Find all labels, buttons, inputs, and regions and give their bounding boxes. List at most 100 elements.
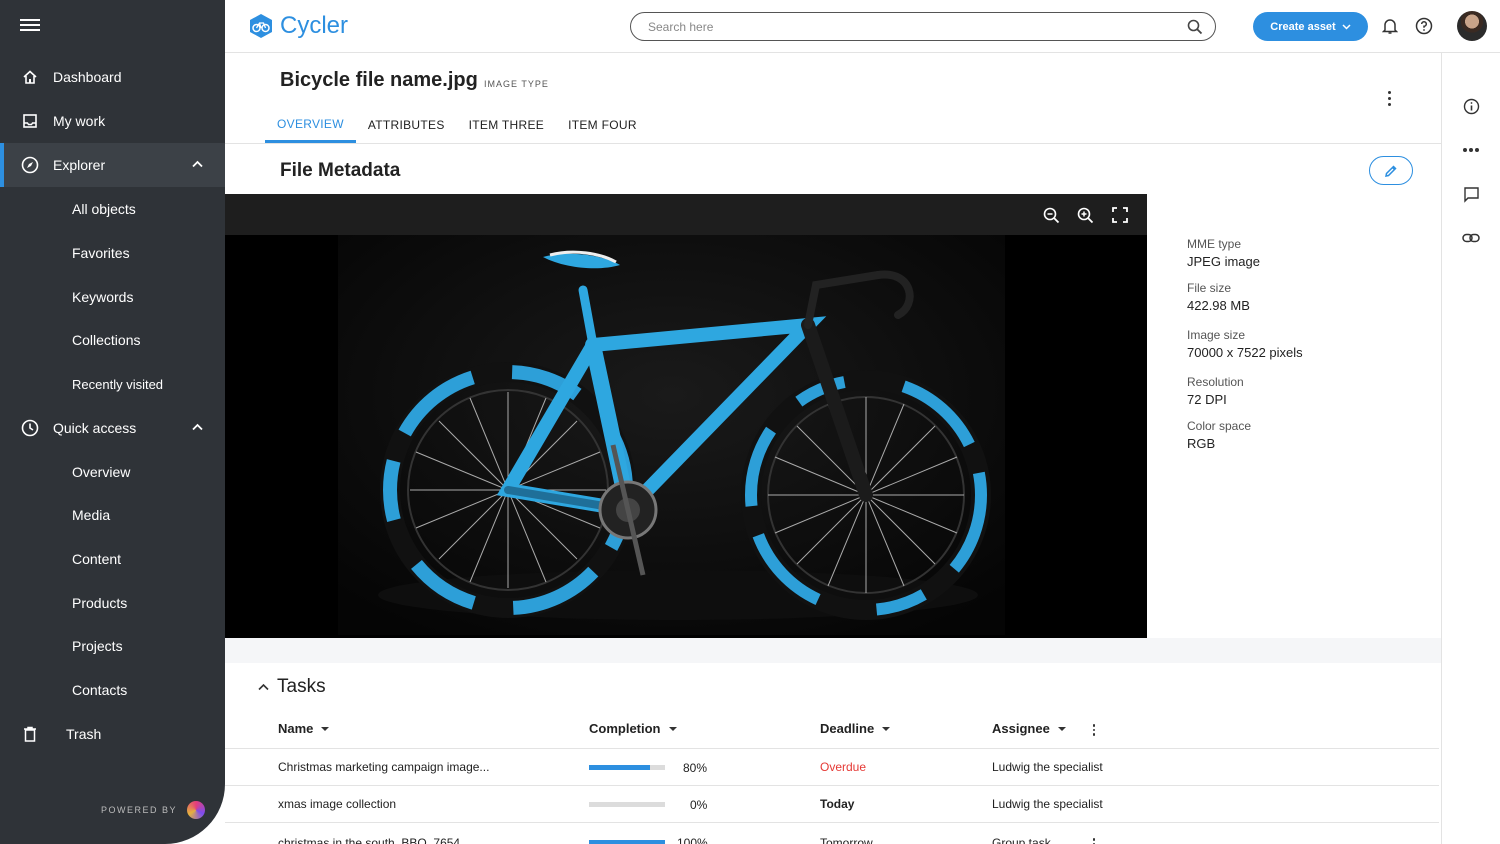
completion-fill bbox=[589, 765, 650, 770]
avatar[interactable] bbox=[1457, 11, 1487, 41]
column-header-completion[interactable]: Completion bbox=[589, 721, 677, 736]
powered-by: POWERED BY bbox=[101, 801, 206, 819]
column-header-label: Deadline bbox=[820, 721, 875, 736]
sidebar-item-label: My work bbox=[53, 113, 106, 129]
sidebar-item-label: Quick access bbox=[53, 420, 137, 436]
sidebar-item-label: Dashboard bbox=[53, 69, 122, 85]
zoom-in-icon[interactable] bbox=[1074, 204, 1096, 226]
sidebar-item-label: Content bbox=[72, 551, 122, 567]
sidebar-item-products[interactable]: Products bbox=[0, 581, 225, 625]
compass-icon bbox=[20, 155, 40, 175]
sidebar-item-label: Products bbox=[72, 595, 128, 611]
sidebar-item-label: Recently visited bbox=[72, 376, 164, 392]
metadata-value: 422.98 MB bbox=[1187, 298, 1250, 313]
row-options-icon[interactable] bbox=[1088, 836, 1100, 844]
table-row[interactable]: xmas image collection 0% Today Ludwig th… bbox=[225, 785, 1439, 822]
tab-item-three[interactable]: ITEM THREE bbox=[457, 107, 556, 143]
sidebar-item-label: Favorites bbox=[72, 245, 130, 261]
metadata-item: Image size 70000 x 7522 pixels bbox=[1187, 328, 1303, 360]
task-name[interactable]: xmas image collection bbox=[278, 797, 396, 811]
tab-attributes[interactable]: ATTRIBUTES bbox=[356, 107, 457, 143]
metadata-value: JPEG image bbox=[1187, 254, 1260, 269]
completion-percent: 0% bbox=[690, 798, 708, 812]
bell-icon[interactable] bbox=[1379, 15, 1401, 37]
task-assignee: Ludwig the specialist bbox=[992, 797, 1103, 811]
sidebar-item-content[interactable]: Content bbox=[0, 537, 225, 581]
menu-icon[interactable] bbox=[20, 16, 40, 34]
tab-item-four[interactable]: ITEM FOUR bbox=[556, 107, 649, 143]
sidebar-item-collections[interactable]: Collections bbox=[0, 318, 225, 362]
metadata-key: Resolution bbox=[1187, 375, 1244, 389]
sort-caret-icon bbox=[882, 726, 891, 731]
sidebar-item-explorer[interactable]: Explorer bbox=[0, 143, 225, 187]
column-options-icon[interactable] bbox=[1088, 722, 1100, 738]
column-header-label: Assignee bbox=[992, 721, 1050, 736]
section-divider bbox=[225, 638, 1441, 663]
sidebar-item-favorites[interactable]: Favorites bbox=[0, 231, 225, 275]
metadata-key: MME type bbox=[1187, 237, 1242, 251]
tasks-toggle[interactable]: Tasks bbox=[258, 676, 326, 698]
pencil-icon bbox=[1385, 164, 1397, 177]
topbar: Cycler Create asset bbox=[225, 0, 1500, 53]
metadata-item: Resolution 72 DPI bbox=[1187, 375, 1244, 407]
tab-overview[interactable]: OVERVIEW bbox=[265, 107, 356, 143]
help-icon[interactable] bbox=[1413, 15, 1435, 37]
task-assignee: Group task bbox=[992, 836, 1051, 844]
tab-bar: OVERVIEW ATTRIBUTES ITEM THREE ITEM FOUR bbox=[265, 107, 649, 143]
inbox-icon bbox=[20, 111, 40, 131]
column-header-label: Completion bbox=[589, 721, 661, 736]
search-icon[interactable] bbox=[1187, 19, 1203, 35]
sidebar-item-overview[interactable]: Overview bbox=[0, 450, 225, 494]
sidebar-item-contacts[interactable]: Contacts bbox=[0, 668, 225, 712]
metadata-value: RGB bbox=[1187, 436, 1216, 451]
comment-icon[interactable] bbox=[1460, 183, 1482, 205]
tasks-title: Tasks bbox=[277, 676, 326, 697]
sidebar-item-label: All objects bbox=[72, 201, 136, 217]
sort-caret-icon bbox=[321, 726, 330, 731]
table-row[interactable]: christmas in the south, BBQ, 7654 100% T… bbox=[225, 822, 1439, 844]
more-horizontal-icon[interactable] bbox=[1460, 139, 1482, 161]
sidebar-item-dashboard[interactable]: Dashboard bbox=[0, 55, 225, 99]
task-name[interactable]: Christmas marketing campaign image... bbox=[278, 760, 489, 774]
task-deadline: Today bbox=[820, 797, 855, 811]
chevron-up-icon[interactable] bbox=[192, 159, 203, 171]
link-icon[interactable] bbox=[1460, 227, 1482, 249]
task-name[interactable]: christmas in the south, BBQ, 7654 bbox=[278, 836, 460, 844]
sidebar-item-quick-access[interactable]: Quick access bbox=[0, 406, 225, 450]
sidebar-item-recently-visited[interactable]: Recently visited bbox=[0, 362, 225, 406]
sidebar-item-label: Trash bbox=[66, 726, 102, 742]
zoom-out-icon[interactable] bbox=[1040, 204, 1062, 226]
sidebar-item-trash[interactable]: Trash bbox=[0, 712, 225, 756]
sidebar-item-keywords[interactable]: Keywords bbox=[0, 275, 225, 319]
task-assignee: Ludwig the specialist bbox=[992, 760, 1103, 774]
more-options-icon[interactable] bbox=[1380, 88, 1398, 108]
sidebar-item-projects[interactable]: Projects bbox=[0, 624, 225, 668]
metadata-key: Color space bbox=[1187, 419, 1252, 433]
fullscreen-icon[interactable] bbox=[1109, 204, 1131, 226]
trash-icon bbox=[20, 724, 40, 744]
page-title: Bicycle file name.jpg bbox=[280, 69, 478, 91]
column-header-name[interactable]: Name bbox=[278, 721, 330, 736]
column-header-label: Name bbox=[278, 721, 314, 736]
sidebar-item-all-objects[interactable]: All objects bbox=[0, 187, 225, 231]
metadata-value: 70000 x 7522 pixels bbox=[1187, 345, 1303, 360]
powered-by-label: POWERED BY bbox=[101, 805, 178, 815]
brand[interactable]: Cycler bbox=[248, 12, 348, 40]
table-row[interactable]: Christmas marketing campaign image... 80… bbox=[225, 748, 1439, 785]
chevron-up-icon[interactable] bbox=[192, 422, 203, 434]
completion-fill bbox=[589, 840, 665, 844]
sidebar-item-label: Media bbox=[72, 507, 111, 523]
column-header-deadline[interactable]: Deadline bbox=[820, 721, 891, 736]
sidebar-item-media[interactable]: Media bbox=[0, 493, 225, 537]
info-icon[interactable] bbox=[1460, 95, 1482, 117]
completion-percent: 80% bbox=[683, 761, 708, 775]
edit-button[interactable] bbox=[1369, 156, 1413, 185]
search-input[interactable] bbox=[648, 19, 1187, 34]
column-header-assignee[interactable]: Assignee bbox=[992, 721, 1066, 736]
metadata-item: MME type JPEG image bbox=[1187, 237, 1260, 269]
sidebar: Dashboard My work Explorer All objects F… bbox=[0, 0, 225, 844]
metadata-item: Color space RGB bbox=[1187, 419, 1251, 451]
sidebar-item-my-work[interactable]: My work bbox=[0, 99, 225, 143]
create-asset-button[interactable]: Create asset bbox=[1253, 12, 1368, 41]
sidebar-item-label: Projects bbox=[72, 638, 123, 654]
